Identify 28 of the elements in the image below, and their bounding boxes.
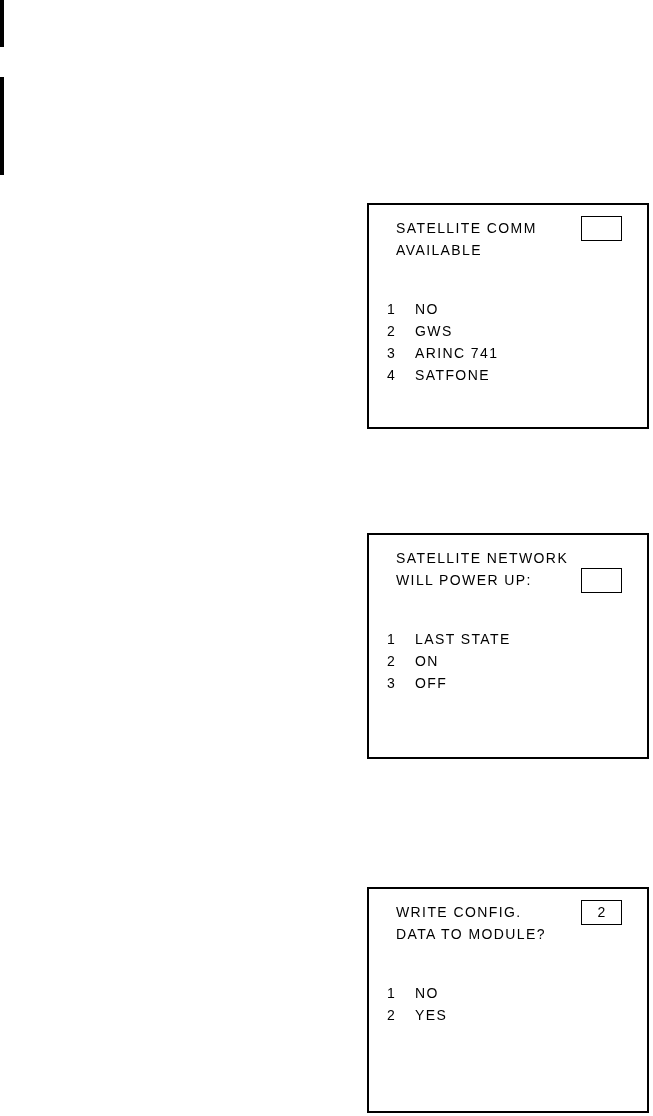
option-number: 2 (387, 652, 396, 671)
option-label: SATFONE (415, 366, 490, 385)
option-label: ON (415, 652, 439, 671)
option-number: 2 (387, 322, 396, 341)
option-number: 3 (387, 674, 396, 693)
prompt-text: WILL POWER UP: (395, 571, 532, 590)
option-label: GWS (415, 322, 453, 341)
option-number: 1 (387, 630, 396, 649)
option-label: ARINC 741 (415, 344, 499, 363)
prompt-text: SATELLITE NETWORK (395, 549, 569, 568)
prompt-text: WRITE CONFIG. (395, 903, 522, 922)
option-number: 4 (387, 366, 396, 385)
option-label: NO (415, 300, 439, 319)
option-label: OFF (415, 674, 448, 693)
option-number: 1 (387, 300, 396, 319)
prompt-text: DATA TO MODULE? (395, 925, 546, 944)
change-bar (0, 0, 4, 47)
option-number: 2 (387, 1006, 396, 1025)
entry-field[interactable]: 2 (581, 899, 622, 925)
option-label: YES (415, 1006, 448, 1025)
prompt-text: SATELLITE COMM (395, 219, 537, 238)
entry-field[interactable] (581, 567, 622, 593)
option-label: NO (415, 984, 439, 1003)
prompt-text: AVAILABLE (395, 241, 482, 260)
option-number: 1 (387, 984, 396, 1003)
option-number: 3 (387, 344, 396, 363)
option-label: LAST STATE (415, 630, 511, 649)
entry-field[interactable] (581, 215, 622, 241)
